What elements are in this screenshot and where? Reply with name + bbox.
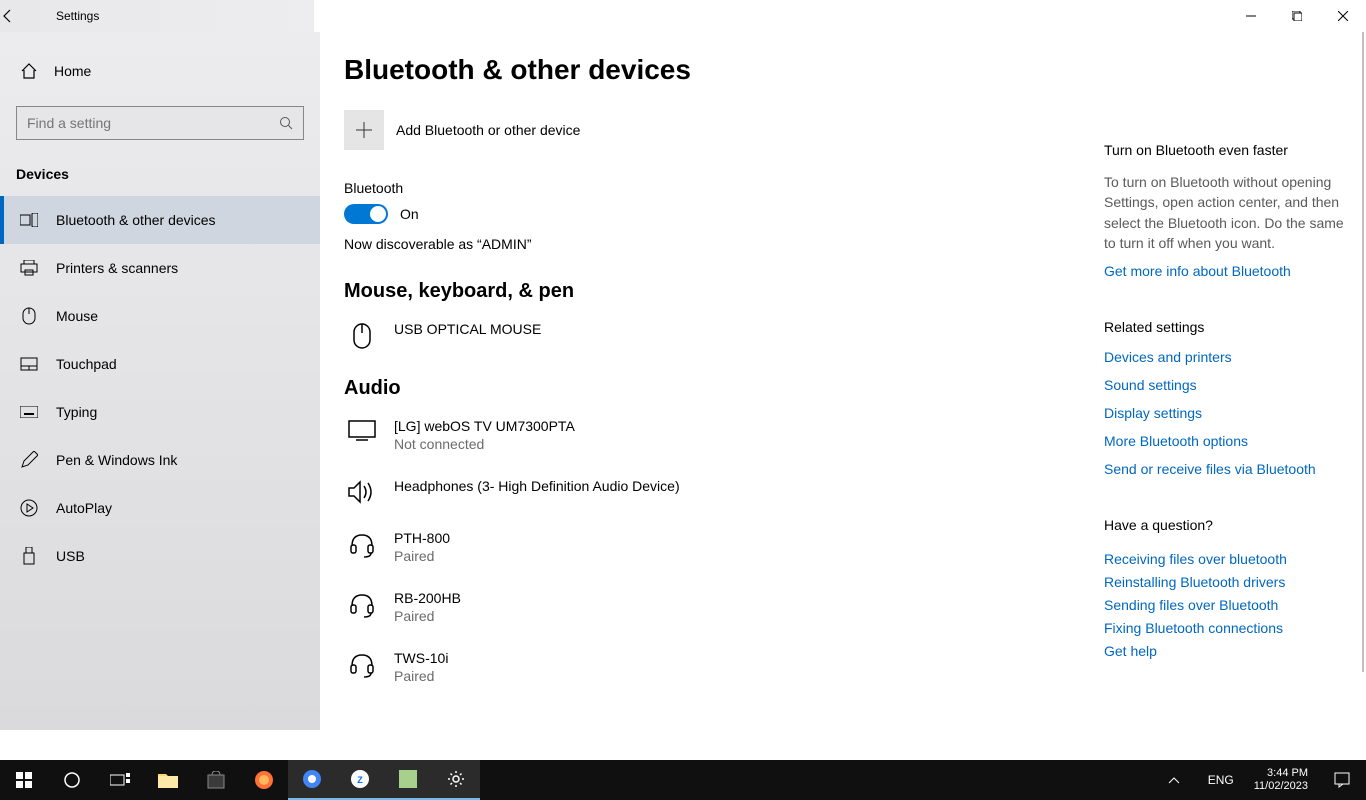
firefox-icon[interactable] [240, 760, 288, 800]
device-name: TWS-10i [394, 650, 448, 666]
speaker-icon [346, 478, 378, 504]
home-icon [20, 62, 38, 80]
keyboard-icon [20, 403, 38, 421]
nav-label: Touchpad [56, 356, 117, 372]
related-link[interactable]: Display settings [1104, 405, 1344, 421]
help-link[interactable]: Receiving files over bluetooth [1104, 551, 1344, 567]
nav-label: USB [56, 548, 85, 564]
tip-title: Turn on Bluetooth even faster [1104, 142, 1344, 158]
plus-icon [344, 110, 384, 150]
nav-label: Printers & scanners [56, 260, 178, 276]
related-link[interactable]: More Bluetooth options [1104, 433, 1344, 449]
device-name: Headphones (3- High Definition Audio Dev… [394, 478, 680, 494]
search-box[interactable] [16, 106, 304, 140]
sidebar-category: Devices [0, 166, 320, 196]
device-name: PTH-800 [394, 530, 450, 546]
maximize-button[interactable] [1274, 0, 1320, 32]
explorer-icon[interactable] [144, 760, 192, 800]
back-button[interactable] [0, 8, 48, 24]
question-title: Have a question? [1104, 517, 1344, 533]
clock[interactable]: 3:44 PM 11/02/2023 [1244, 767, 1318, 793]
date: 11/02/2023 [1254, 780, 1308, 793]
close-button[interactable] [1320, 0, 1366, 32]
minimize-button[interactable] [1228, 0, 1274, 32]
nav-label: Bluetooth & other devices [56, 212, 216, 228]
right-panel: Turn on Bluetooth even faster To turn on… [1104, 142, 1344, 699]
devices-icon [20, 211, 38, 229]
notifications-icon[interactable] [1318, 760, 1366, 800]
home-label: Home [54, 63, 91, 79]
nav-typing[interactable]: Typing [0, 388, 320, 436]
nav-label: Typing [56, 404, 97, 420]
tip-link[interactable]: Get more info about Bluetooth [1104, 263, 1344, 279]
headset-icon [346, 650, 378, 678]
autoplay-icon [20, 499, 38, 517]
svg-text:Z: Z [357, 775, 363, 785]
nav-label: AutoPlay [56, 500, 112, 516]
scrollbar[interactable] [1362, 32, 1364, 672]
bluetooth-state: On [400, 206, 419, 222]
settings-icon[interactable] [432, 760, 480, 800]
pen-icon [20, 451, 38, 469]
related-link[interactable]: Sound settings [1104, 377, 1344, 393]
chrome-icon[interactable] [288, 760, 336, 800]
titlebar: Settings [0, 0, 1366, 32]
search-input[interactable] [27, 115, 279, 131]
related-link[interactable]: Send or receive files via Bluetooth [1104, 461, 1344, 477]
bluetooth-toggle[interactable] [344, 204, 388, 224]
headset-icon [346, 590, 378, 618]
device-status: Paired [394, 548, 450, 564]
taskbar: Z ENG 3:44 PM 11/02/2023 [0, 760, 1366, 800]
device-status: Not connected [394, 436, 575, 452]
nav-bluetooth[interactable]: Bluetooth & other devices [0, 196, 320, 244]
related-link[interactable]: Devices and printers [1104, 349, 1344, 365]
add-device-label: Add Bluetooth or other device [396, 122, 580, 138]
nav-touchpad[interactable]: Touchpad [0, 340, 320, 388]
sidebar: Home Devices Bluetooth & other devices P… [0, 32, 320, 730]
device-status: Paired [394, 608, 461, 624]
nav-usb[interactable]: USB [0, 532, 320, 580]
start-button[interactable] [0, 760, 48, 800]
help-link[interactable]: Fixing Bluetooth connections [1104, 620, 1344, 636]
window-title: Settings [56, 9, 99, 23]
headset-icon [346, 530, 378, 558]
language-indicator[interactable]: ENG [1198, 773, 1244, 787]
search-icon [279, 116, 293, 130]
mouse-icon [346, 321, 378, 349]
usb-icon [20, 547, 38, 565]
help-link[interactable]: Sending files over Bluetooth [1104, 597, 1344, 613]
tray-chevron-icon[interactable] [1150, 760, 1198, 800]
tv-icon [346, 418, 378, 442]
touchpad-icon [20, 355, 38, 373]
home-button[interactable]: Home [0, 54, 320, 88]
mouse-icon [20, 307, 38, 325]
cortana-button[interactable] [48, 760, 96, 800]
nav-mouse[interactable]: Mouse [0, 292, 320, 340]
nav-pen[interactable]: Pen & Windows Ink [0, 436, 320, 484]
page-title: Bluetooth & other devices [344, 54, 1342, 86]
nav-label: Mouse [56, 308, 98, 324]
nav-label: Pen & Windows Ink [56, 452, 177, 468]
related-title: Related settings [1104, 319, 1344, 335]
device-name: [LG] webOS TV UM7300PTA [394, 418, 575, 434]
nav-autoplay[interactable]: AutoPlay [0, 484, 320, 532]
device-status: Paired [394, 668, 448, 684]
help-link[interactable]: Reinstalling Bluetooth drivers [1104, 574, 1344, 590]
zalo-icon[interactable]: Z [336, 760, 384, 800]
taskview-button[interactable] [96, 760, 144, 800]
help-link[interactable]: Get help [1104, 643, 1344, 659]
tip-body: To turn on Bluetooth without opening Set… [1104, 172, 1344, 253]
store-icon[interactable] [192, 760, 240, 800]
printer-icon [20, 259, 38, 277]
time: 3:44 PM [1254, 767, 1308, 780]
notes-icon[interactable] [384, 760, 432, 800]
main-content: Bluetooth & other devices Add Bluetooth … [320, 32, 1366, 730]
nav-printers[interactable]: Printers & scanners [0, 244, 320, 292]
device-name: RB-200HB [394, 590, 461, 606]
device-name: USB OPTICAL MOUSE [394, 321, 541, 337]
